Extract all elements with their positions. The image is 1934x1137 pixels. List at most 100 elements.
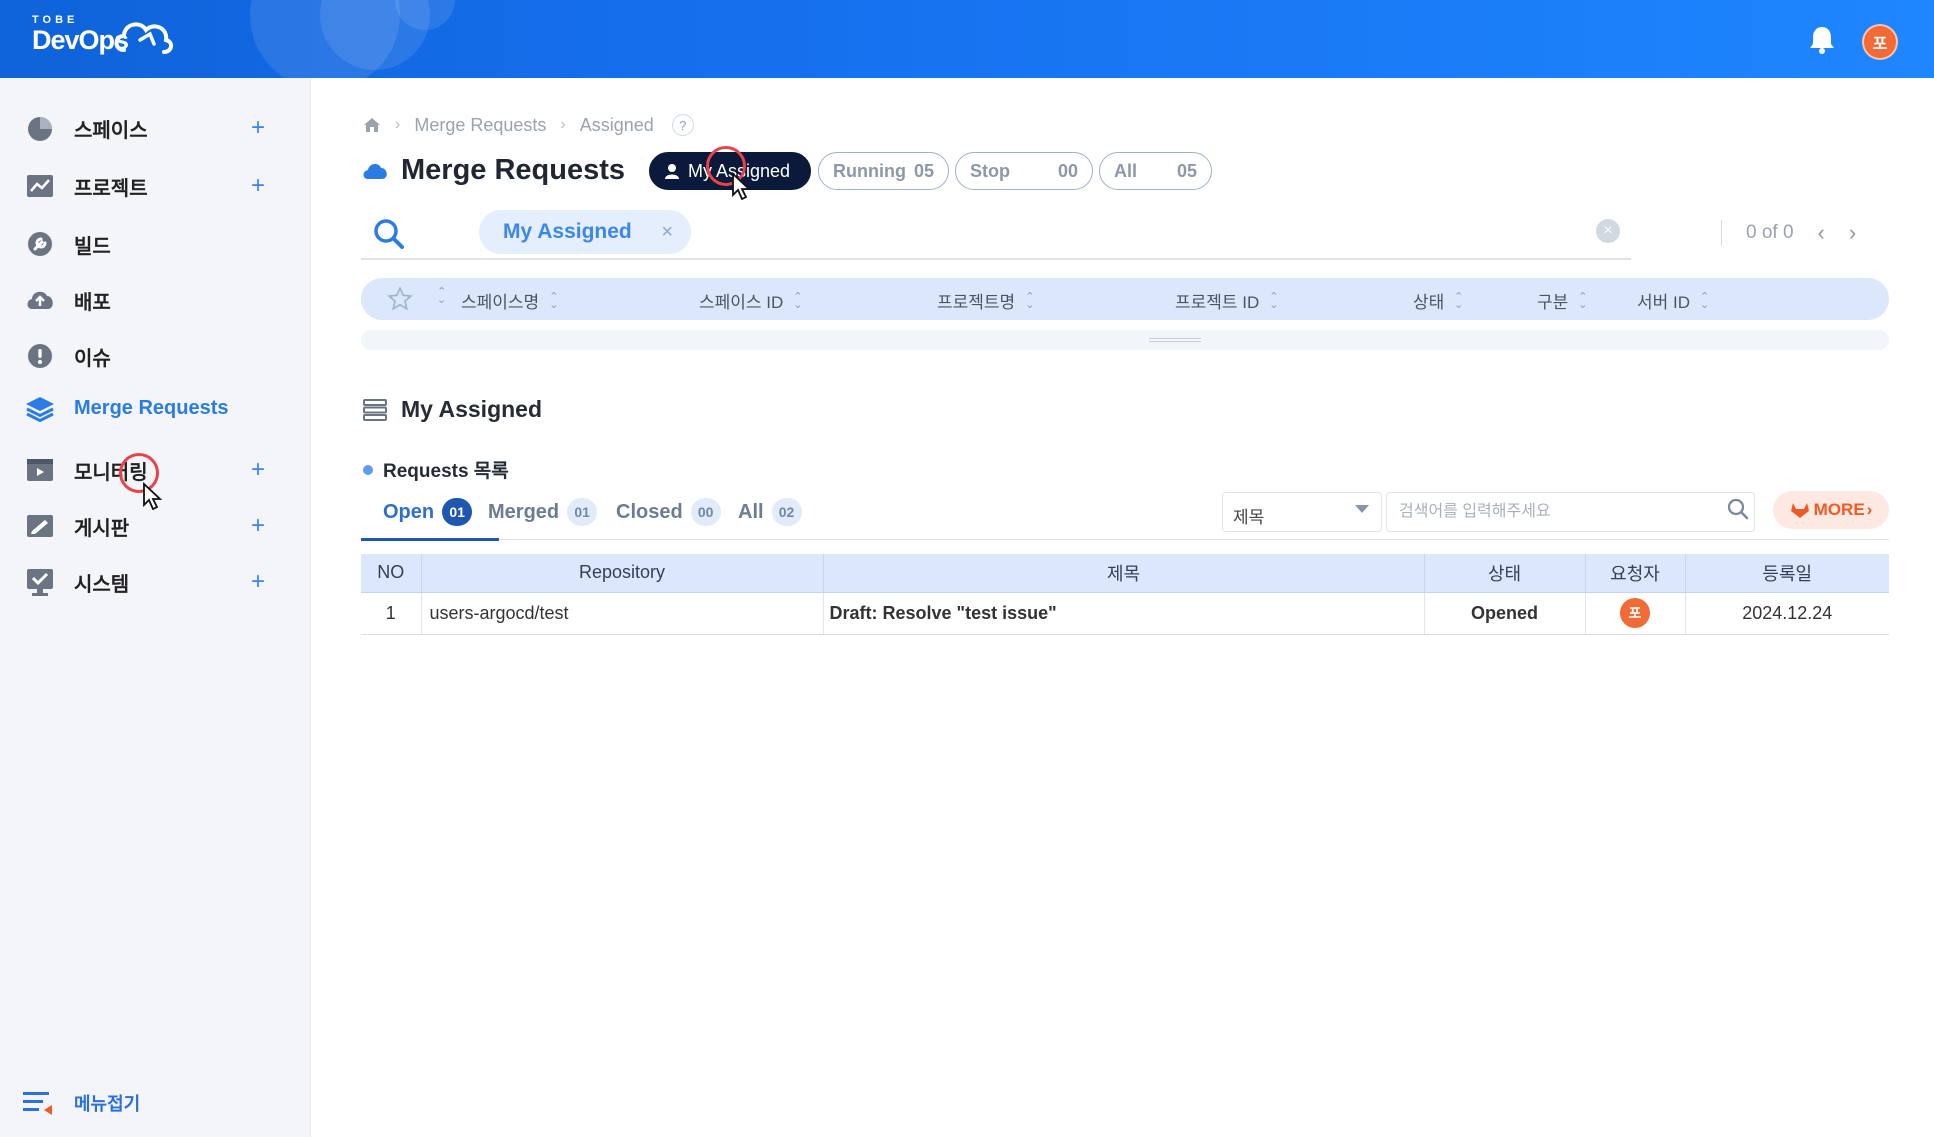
sidebar-item-build[interactable]: 빌드 [24, 222, 279, 266]
close-icon[interactable]: × [661, 221, 673, 244]
menu-collapse-icon [23, 1092, 52, 1115]
column-header-date[interactable]: 등록일 [1685, 554, 1889, 593]
filter-chip-label: My Assigned [503, 220, 632, 243]
column-header-space-id[interactable]: 스페이스 ID ⌃ ⌄ [699, 288, 803, 313]
table-row[interactable]: 1 users-argocd/test Draft: Resolve "test… [361, 592, 1889, 635]
filter-stop[interactable]: Stop 00 [955, 152, 1093, 190]
pie-chart-icon [24, 112, 56, 144]
resize-handle[interactable] [1149, 338, 1201, 342]
menu-collapse-button[interactable]: 메뉴접기 [22, 1089, 140, 1117]
pager-text: 0 of 0 [1746, 222, 1794, 243]
cell-title[interactable]: Draft: Resolve "test issue" [823, 592, 1425, 635]
tab-merged[interactable]: Merged 01 [488, 498, 598, 526]
add-monitoring-button[interactable]: + [251, 456, 265, 484]
active-tab-indicator [361, 538, 499, 541]
avatar: 포 [1620, 598, 1650, 628]
column-header-repository[interactable]: Repository [421, 554, 824, 593]
column-header-status[interactable]: 상태 [1424, 554, 1586, 593]
help-icon[interactable]: ? [671, 114, 694, 136]
user-avatar[interactable]: 포 [1862, 24, 1898, 60]
bullet-dot [363, 464, 373, 475]
search-icon[interactable] [1727, 498, 1749, 520]
column-header-project-name[interactable]: 프로젝트명 ⌃ ⌄ [937, 288, 1034, 313]
filter-label: Running [833, 160, 906, 181]
filter-label: Stop [970, 160, 1010, 181]
sidebar-item-label: 시스템 [74, 573, 130, 596]
search-field-select[interactable]: 제목 [1222, 492, 1382, 532]
bell-icon[interactable] [1808, 25, 1836, 55]
column-header-no[interactable]: NO [361, 554, 422, 593]
add-space-button[interactable]: + [251, 114, 265, 142]
column-header-status[interactable]: 상태 ⌃ ⌄ [1413, 288, 1464, 313]
home-icon[interactable] [363, 117, 381, 133]
sidebar-item-merge-requests[interactable]: Merge Requests [24, 386, 279, 430]
sidebar-item-system[interactable]: 시스템 + [24, 560, 279, 604]
board-icon [24, 510, 56, 542]
layers-icon [24, 392, 56, 424]
filter-chip[interactable]: My Assigned × [479, 210, 691, 254]
chevron-left-icon[interactable]: ‹ [1818, 220, 1825, 246]
search-icon[interactable] [373, 218, 405, 250]
column-header-type[interactable]: 구분 ⌃ ⌄ [1537, 288, 1588, 313]
chart-board-icon [24, 170, 56, 202]
column-header-requester[interactable]: 요청자 [1585, 554, 1686, 593]
cell-repository[interactable]: users-argocd/test [421, 592, 824, 635]
grid-header: ⌃ ⌄ 스페이스명 ⌃ ⌄ 스페이스 ID ⌃ ⌄ 프로젝트명 ⌃ ⌄ 프로젝트 ID ⌃ ⌄ 상… [361, 278, 1889, 320]
menu-collapse-label: 메뉴접기 [74, 1094, 141, 1114]
breadcrumb-item[interactable]: Merge Requests [414, 115, 546, 136]
filter-count: 00 [1057, 160, 1078, 181]
column-header-project-id[interactable]: 프로젝트 ID ⌃ ⌄ [1175, 288, 1279, 313]
filter-count: 05 [913, 160, 934, 181]
divider [1721, 220, 1722, 246]
column-header-space-name[interactable]: 스페이스명 ⌃ ⌄ [461, 288, 558, 313]
sidebar-item-label: 게시판 [74, 517, 130, 540]
add-system-button[interactable]: + [251, 568, 265, 596]
requests-table: NO Repository 제목 상태 요청자 등록일 1 users-argo… [361, 554, 1889, 635]
sidebar-item-label: Merge Requests [74, 396, 229, 419]
sidebar-item-label: 스페이스 [74, 119, 148, 142]
cloud-icon [363, 163, 387, 179]
pager: 0 of 0 ‹ › [1721, 220, 1856, 246]
page-title-row: Merge Requests [361, 154, 625, 187]
sort-icon[interactable]: ⌃ ⌄ [427, 287, 446, 306]
sidebar-item-label: 빌드 [74, 235, 111, 258]
sidebar-item-label: 배포 [74, 291, 111, 314]
main-content: › Merge Requests › Assigned ? Merge Requ… [311, 78, 1934, 1137]
clear-search-icon[interactable]: × [1596, 219, 1620, 243]
breadcrumb: › Merge Requests › Assigned ? [363, 114, 694, 136]
column-header-server-id[interactable]: 서버 ID ⌃ ⌄ [1637, 288, 1709, 313]
filter-search-bar[interactable]: My Assigned × [361, 208, 1631, 260]
sidebar: 스페이스 + 프로젝트 + 빌드 배포 이슈 Merge Requests 모니… [0, 78, 311, 1137]
sidebar-item-deploy[interactable]: 배포 [24, 278, 279, 322]
sidebar-item-issue[interactable]: 이슈 [24, 334, 279, 378]
chevron-right-icon[interactable]: › [1849, 220, 1856, 246]
sidebar-item-space[interactable]: 스페이스 + [24, 106, 279, 150]
chevron-right-icon: › [395, 116, 401, 133]
tab-closed[interactable]: Closed 00 [616, 498, 721, 526]
more-button[interactable]: MORE › [1773, 491, 1889, 529]
app-logo[interactable]: TOBE DevOps [32, 14, 173, 54]
column-header-title[interactable]: 제목 [823, 554, 1425, 593]
filter-all[interactable]: All 05 [1099, 152, 1212, 190]
breadcrumb-item[interactable]: Assigned [580, 115, 654, 136]
filter-running[interactable]: Running 05 [818, 152, 949, 190]
cell-requester: 포 [1585, 592, 1686, 635]
sidebar-item-label: 프로젝트 [74, 177, 148, 200]
mouse-cursor-icon [732, 172, 752, 201]
user-icon [665, 164, 679, 179]
sidebar-item-project[interactable]: 프로젝트 + [24, 164, 279, 208]
wrench-icon [24, 228, 56, 260]
top-header: TOBE DevOps 포 [0, 0, 1934, 78]
cloud-upload-icon [24, 284, 56, 316]
list-title: Requests 목록 [363, 456, 509, 483]
star-icon[interactable] [387, 286, 413, 312]
server-list-icon [363, 398, 387, 421]
add-project-button[interactable]: + [251, 172, 265, 200]
sidebar-item-label: 이슈 [74, 347, 111, 370]
tab-open[interactable]: Open 01 [383, 498, 473, 526]
cell-no: 1 [361, 592, 422, 635]
chevron-right-icon: › [560, 116, 566, 133]
add-board-button[interactable]: + [251, 512, 265, 540]
tab-all[interactable]: All 02 [738, 498, 802, 526]
search-input[interactable] [1386, 492, 1755, 532]
